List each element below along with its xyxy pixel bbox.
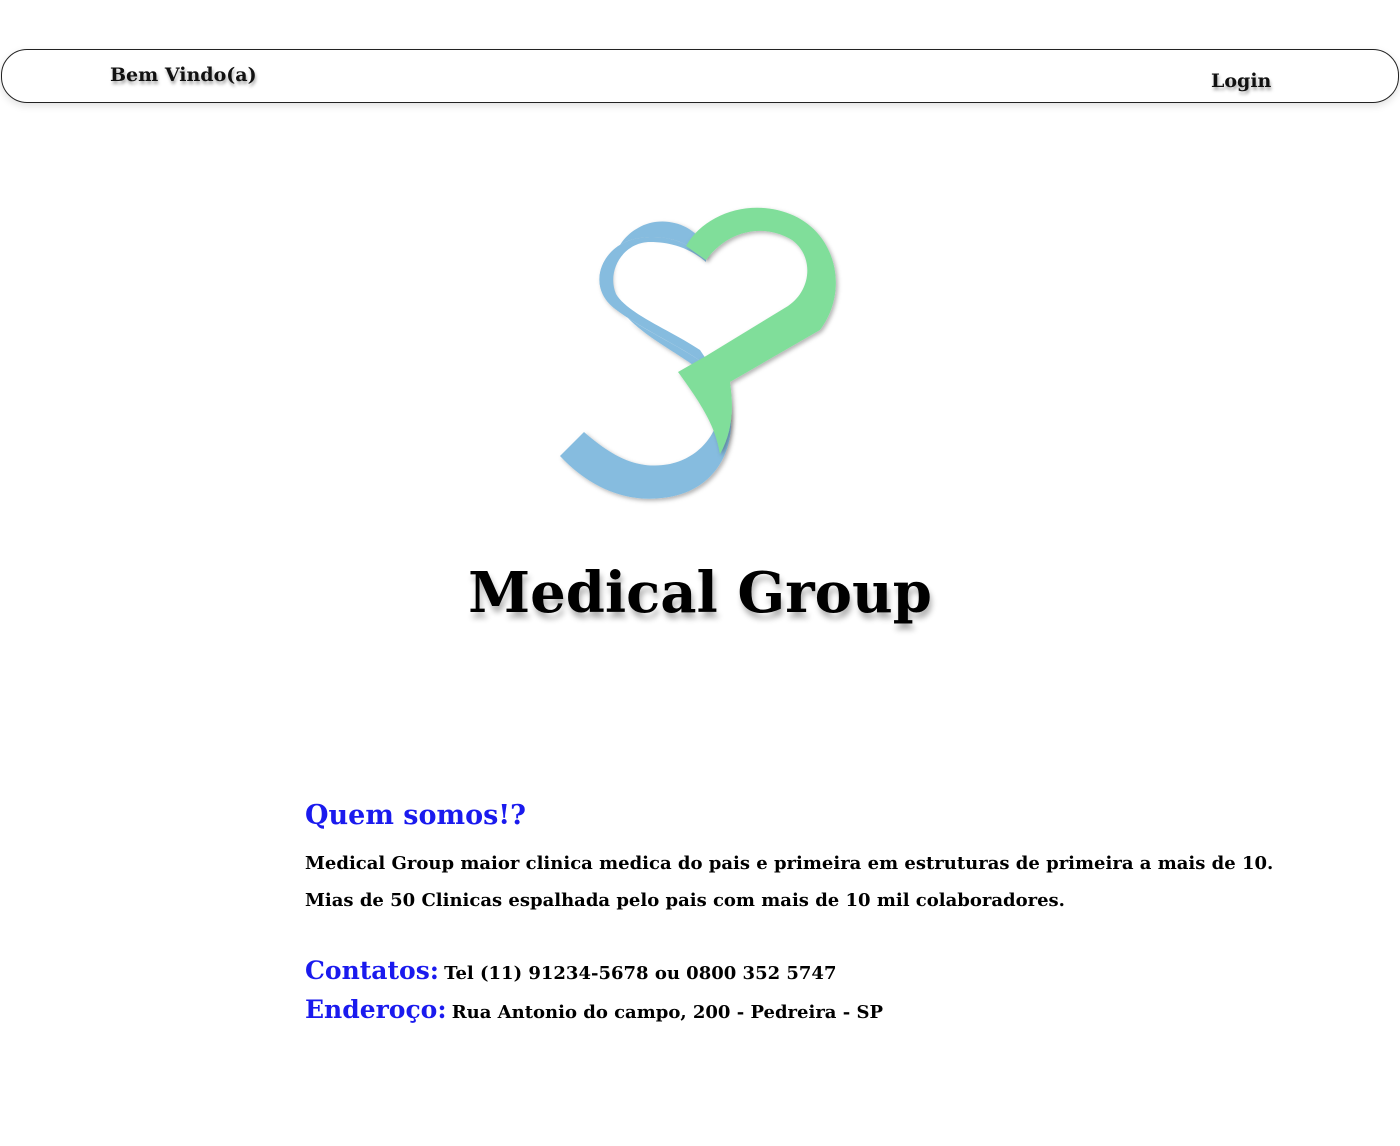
address-label: Enderoço: <box>305 995 447 1024</box>
brand-title: Medical Group <box>468 560 932 626</box>
about-heading: Quem somos!? <box>305 800 526 831</box>
contacts-block: Contatos: Tel (11) 91234-5678 ou 0800 35… <box>305 953 1205 1031</box>
phone-value: Tel (11) 91234-5678 ou 0800 352 5747 <box>444 963 837 984</box>
about-paragraph-2: Mias de 50 Clinicas espalhada pelo pais … <box>305 890 1065 911</box>
logo-green-shape <box>678 207 836 454</box>
login-link[interactable]: Login <box>1211 70 1271 92</box>
about-section: Quem somos!? Medical Group maior clinica… <box>305 800 1274 1031</box>
address-value: Rua Antonio do campo, 200 - Pedreira - S… <box>451 1002 884 1023</box>
top-navbar: Bem Vindo(a) Login <box>1 49 1399 103</box>
welcome-text: Bem Vindo(a) <box>110 64 257 86</box>
phone-label: Contatos: <box>305 956 440 985</box>
phone-line: Contatos: Tel (11) 91234-5678 ou 0800 35… <box>305 953 1205 992</box>
address-line: Enderoço: Rua Antonio do campo, 200 - Pe… <box>305 992 1205 1031</box>
heart-s-logo-icon <box>540 180 860 520</box>
about-paragraph-1: Medical Group maior clinica medica do pa… <box>305 853 1274 874</box>
